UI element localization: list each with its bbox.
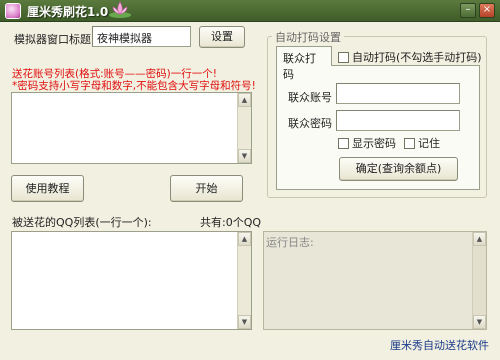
title-bar[interactable]: 厘米秀刷花1.0 – × (0, 0, 500, 22)
scroll-up-arrow-icon[interactable]: ▲ (238, 93, 251, 107)
lotus-icon (109, 1, 131, 18)
scroll-up-arrow-icon[interactable]: ▲ (473, 232, 486, 246)
remember-checkbox[interactable]: 记住 (404, 135, 440, 151)
remember-checkbox-box[interactable] (404, 138, 415, 149)
start-button[interactable]: 开始 (170, 175, 243, 202)
window-title: 厘米秀刷花1.0 (27, 5, 109, 19)
tab-lianzhong[interactable]: 联众打码 (276, 46, 332, 81)
auto-captcha-checkbox-label: 自动打码(不勾选手动打码) (352, 51, 482, 64)
account-label: 联众账号 (288, 91, 332, 104)
footer-text: 厘米秀自动送花软件 (390, 339, 489, 352)
run-log-label: 运行日志: (266, 236, 314, 249)
scroll-down-arrow-icon[interactable]: ▼ (473, 315, 486, 329)
accounts-textarea[interactable]: ▲ ▼ (11, 92, 252, 164)
emulator-title-label: 模拟器窗口标题 (14, 33, 91, 46)
log-scrollbar[interactable]: ▲ ▼ (472, 232, 486, 329)
password-label: 联众密码 (288, 117, 332, 130)
confirm-balance-button[interactable]: 确定(查询余额点) (339, 157, 458, 181)
qq-count-label: 共有:0个QQ (200, 216, 262, 229)
accounts-hint-line-2: *密码支持小写字母和数字,不能包含大写字母和符号! (12, 80, 256, 92)
auto-captcha-checkbox-box[interactable] (338, 52, 349, 63)
lianzhong-account-input[interactable] (336, 83, 460, 104)
settings-button[interactable]: 设置 (199, 26, 245, 48)
scroll-up-arrow-icon[interactable]: ▲ (238, 232, 251, 246)
show-password-checkbox-box[interactable] (338, 138, 349, 149)
qq-list-label: 被送花的QQ列表(一行一个): (12, 216, 152, 229)
run-log-area[interactable]: ▲ ▼ 运行日志: (263, 231, 487, 330)
close-button[interactable]: × (479, 3, 495, 18)
scroll-down-arrow-icon[interactable]: ▼ (238, 149, 251, 163)
qq-list-scrollbar[interactable]: ▲ ▼ (237, 232, 251, 329)
emulator-title-input[interactable]: 夜神模拟器 (92, 26, 191, 47)
tutorial-button[interactable]: 使用教程 (11, 175, 84, 202)
captcha-group-title: 自动打码设置 (272, 29, 344, 45)
minimize-button[interactable]: – (460, 3, 476, 18)
accounts-scrollbar[interactable]: ▲ ▼ (237, 93, 251, 163)
qq-list-textarea[interactable]: ▲ ▼ (11, 231, 252, 330)
show-password-label: 显示密码 (352, 137, 396, 150)
remember-label: 记住 (418, 137, 440, 150)
lianzhong-password-input[interactable] (336, 110, 460, 131)
show-password-checkbox[interactable]: 显示密码 (338, 135, 396, 151)
auto-captcha-checkbox[interactable]: 自动打码(不勾选手动打码) (338, 49, 482, 65)
app-icon (5, 3, 21, 19)
scroll-down-arrow-icon[interactable]: ▼ (238, 315, 251, 329)
